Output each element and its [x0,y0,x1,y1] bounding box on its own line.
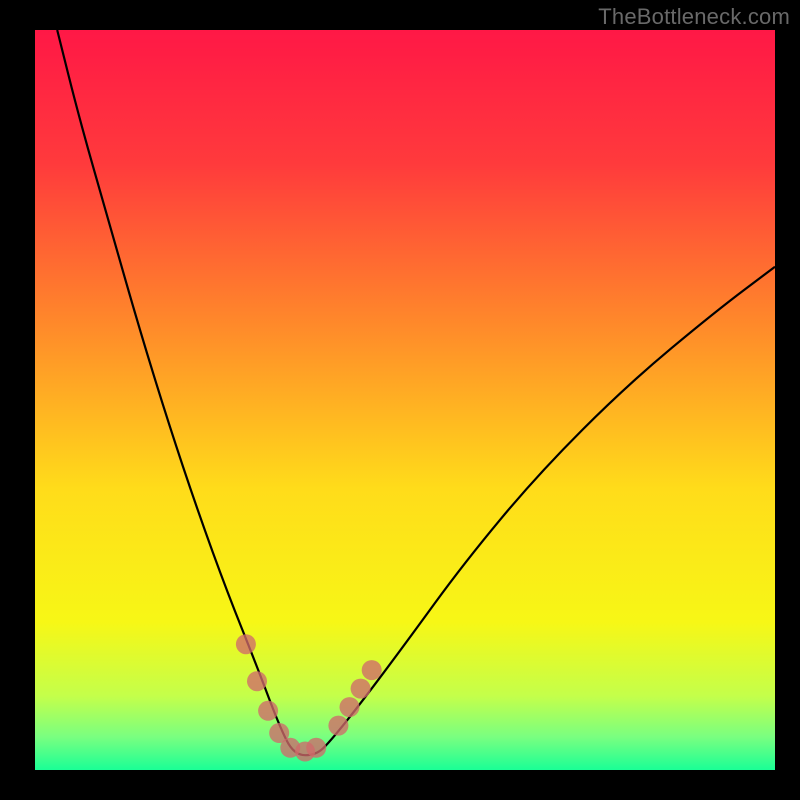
marker-dot [236,634,256,654]
marker-dot [362,660,382,680]
chart-container: TheBottleneck.com [0,0,800,800]
plot-background [35,30,775,770]
watermark-text: TheBottleneck.com [598,4,790,30]
marker-dot [247,671,267,691]
marker-dot [351,679,371,699]
marker-dot [306,738,326,758]
marker-dot [328,716,348,736]
marker-dot [258,701,278,721]
marker-dot [340,697,360,717]
bottleneck-chart [0,0,800,800]
